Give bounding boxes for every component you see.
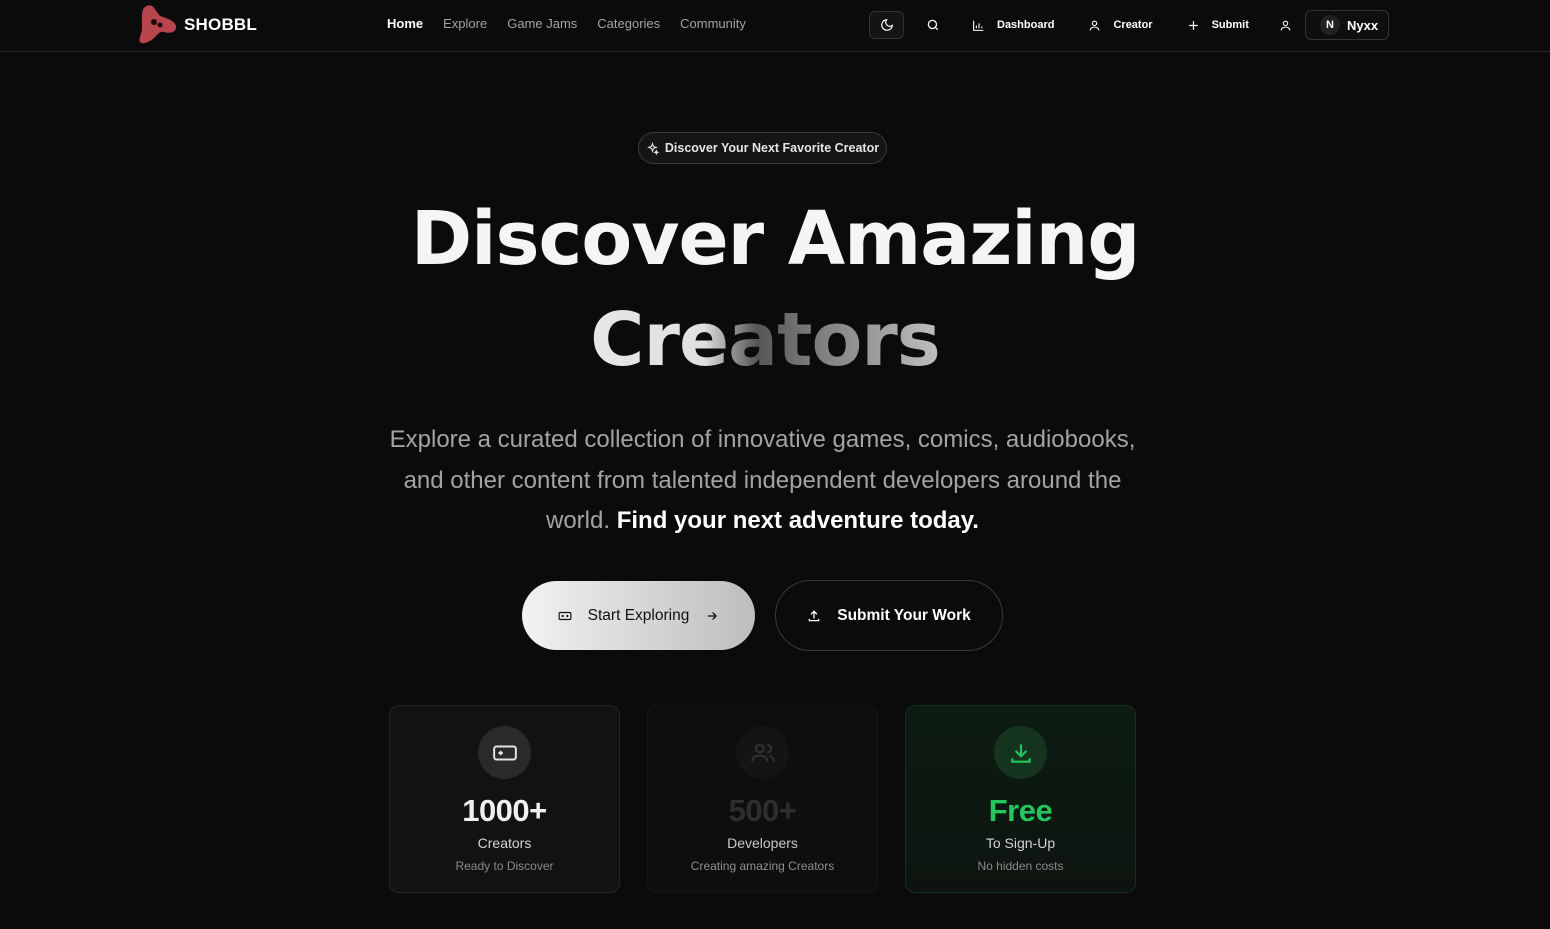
submit-your-work-label: Submit Your Work (837, 606, 971, 624)
submit-link[interactable]: Submit (1187, 19, 1249, 32)
stat-note: Ready to Discover (455, 859, 554, 873)
users-icon (750, 743, 775, 762)
creator-link[interactable]: Creator (1088, 19, 1153, 32)
nav-actions: Dashboard Creator Submit (869, 10, 1300, 40)
shobbl-logo-icon (139, 5, 177, 44)
stat-card-free: Free To Sign-Up No hidden costs (905, 705, 1136, 893)
avatar: N (1320, 15, 1340, 35)
start-exploring-label: Start Exploring (587, 606, 690, 624)
hero-title-line1: Discover Amazing (410, 196, 1141, 282)
hero-title-line2: Creators (560, 297, 970, 383)
primary-nav: Home Explore Game Jams Categories Commun… (387, 16, 746, 31)
nav-explore[interactable]: Explore (443, 16, 487, 31)
user-icon (1281, 20, 1291, 30)
dashboard-link[interactable]: Dashboard (972, 19, 1054, 32)
plus-icon (1188, 20, 1198, 30)
stat-value: 1000+ (462, 793, 547, 828)
stat-label: Creators (477, 835, 532, 851)
arrow-right-icon (708, 611, 718, 620)
submit-your-work-button[interactable]: Submit Your Work (775, 580, 1003, 651)
user-icon (1090, 20, 1100, 30)
nav-community[interactable]: Community (680, 16, 746, 31)
gamepad-icon (558, 611, 572, 620)
profile-button[interactable] (1272, 11, 1300, 39)
nav-categories[interactable]: Categories (597, 16, 660, 31)
stat-card-developers: 500+ Developers Creating amazing Creator… (647, 705, 878, 893)
stat-value: Free (988, 793, 1053, 828)
stat-label: To Sign-Up (985, 835, 1056, 851)
hero-badge: Discover Your Next Favorite Creator (638, 132, 887, 164)
stat-note: No hidden costs (977, 859, 1064, 873)
search-button[interactable] (919, 11, 947, 39)
brand-name: SHOBBL (184, 15, 257, 34)
upload-icon (808, 609, 820, 621)
stat-note: Creating amazing Creators (690, 859, 835, 873)
dashboard-label: Dashboard (997, 19, 1055, 31)
search-icon (927, 19, 939, 31)
stat-icon-wrap (478, 726, 531, 779)
user-name: Nyxx (1347, 17, 1379, 33)
start-exploring-button[interactable]: Start Exploring (522, 581, 755, 650)
user-menu-button[interactable]: N Nyxx (1305, 10, 1389, 40)
stat-icon-wrap (736, 726, 789, 779)
hero-subtitle-bold: Find your next adventure today. (616, 507, 979, 534)
stat-value: 500+ (728, 793, 797, 828)
nav-home[interactable]: Home (387, 16, 423, 31)
stat-card-creators: 1000+ Creators Ready to Discover (389, 705, 620, 893)
sparkles-icon (646, 141, 659, 155)
creator-label: Creator (1113, 19, 1153, 31)
nav-game-jams[interactable]: Game Jams (507, 16, 577, 31)
submit-label: Submit (1211, 19, 1249, 31)
download-icon (1010, 743, 1031, 763)
brand-logo[interactable]: SHOBBL (136, 4, 257, 46)
stat-label: Developers (727, 835, 798, 851)
hero-subtitle: Explore a curated collection of innovati… (380, 420, 1145, 542)
theme-toggle-button[interactable] (869, 11, 904, 39)
top-navbar: SHOBBL Home Explore Game Jams Categories… (0, 0, 1550, 52)
bar-chart-icon (973, 20, 984, 31)
stat-icon-wrap (994, 726, 1047, 779)
moon-icon (880, 19, 893, 31)
hero-badge-text: Discover Your Next Favorite Creator (664, 141, 880, 155)
gamepad-icon (492, 745, 517, 760)
